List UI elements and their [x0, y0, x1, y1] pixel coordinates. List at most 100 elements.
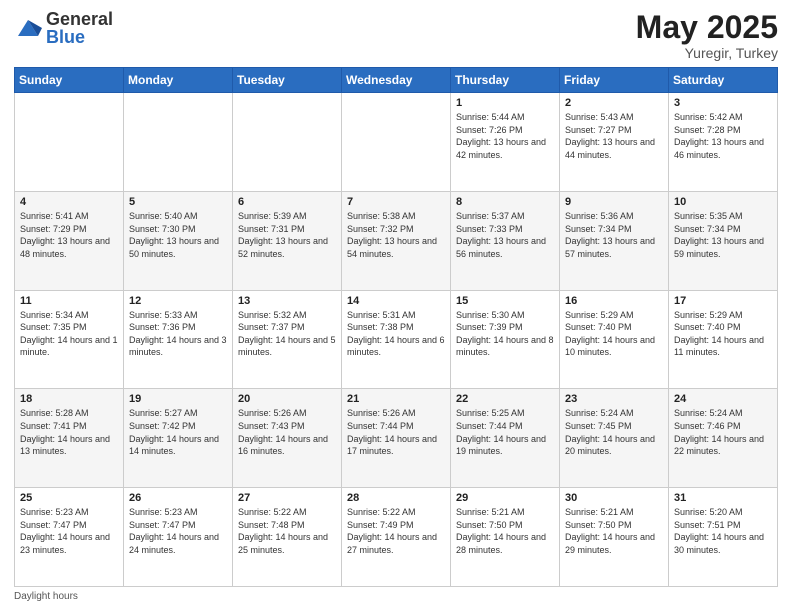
table-cell: 6 Sunrise: 5:39 AM Sunset: 7:31 PM Daylig…	[233, 191, 342, 290]
day-info: Sunrise: 5:41 AM Sunset: 7:29 PM Dayligh…	[20, 210, 118, 260]
day-number: 2	[565, 97, 663, 109]
logo: General Blue	[14, 10, 113, 46]
day-info: Sunrise: 5:34 AM Sunset: 7:35 PM Dayligh…	[20, 309, 118, 359]
day-number: 19	[129, 393, 227, 405]
footer: Daylight hours	[14, 591, 778, 602]
table-cell: 19Sunrise: 5:27 AM Sunset: 7:42 PM Dayli…	[124, 389, 233, 488]
day-info: Sunrise: 5:39 AM Sunset: 7:31 PM Dayligh…	[238, 210, 336, 260]
calendar-table: SundayMondayTuesdayWednesdayThursdayFrid…	[14, 67, 778, 587]
table-cell: 2Sunrise: 5:43 AM Sunset: 7:27 PM Daylig…	[560, 93, 669, 192]
table-cell: 27Sunrise: 5:22 AM Sunset: 7:48 PM Dayli…	[233, 488, 342, 587]
table-cell: 7 Sunrise: 5:38 AM Sunset: 7:32 PM Daylig…	[342, 191, 451, 290]
day-number: 14	[347, 295, 445, 307]
table-cell: 30 Sunrise: 5:21 AM Sunset: 7:50 PM Dayli…	[560, 488, 669, 587]
table-cell: 22 Sunrise: 5:25 AM Sunset: 7:44 PM Dayli…	[451, 389, 560, 488]
day-number: 30	[565, 492, 663, 504]
title-block: May 2025 Yuregir, Turkey	[636, 10, 778, 61]
day-number: 16	[565, 295, 663, 307]
table-cell: 14 Sunrise: 5:31 AM Sunset: 7:38 PM Dayli…	[342, 290, 451, 389]
col-header-tuesday: Tuesday	[233, 68, 342, 93]
table-cell	[233, 93, 342, 192]
day-info: Sunrise: 5:38 AM Sunset: 7:32 PM Dayligh…	[347, 210, 445, 260]
day-number: 7	[347, 196, 445, 208]
day-info: Sunrise: 5:22 AM Sunset: 7:48 PM Dayligh…	[238, 506, 336, 556]
table-cell: 24 Sunrise: 5:24 AM Sunset: 7:46 PM Dayli…	[669, 389, 778, 488]
day-info: Sunrise: 5:24 AM Sunset: 7:46 PM Dayligh…	[674, 407, 772, 457]
week-row-1: 1Sunrise: 5:44 AM Sunset: 7:26 PM Daylig…	[15, 93, 778, 192]
day-number: 3	[674, 97, 772, 109]
table-cell	[15, 93, 124, 192]
logo-general-text: General	[46, 10, 113, 28]
day-number: 13	[238, 295, 336, 307]
day-info: Sunrise: 5:23 AM Sunset: 7:47 PM Dayligh…	[129, 506, 227, 556]
day-info: Sunrise: 5:23 AM Sunset: 7:47 PM Dayligh…	[20, 506, 118, 556]
table-cell: 20Sunrise: 5:26 AM Sunset: 7:43 PM Dayli…	[233, 389, 342, 488]
table-cell: 15Sunrise: 5:30 AM Sunset: 7:39 PM Dayli…	[451, 290, 560, 389]
day-number: 18	[20, 393, 118, 405]
table-cell	[124, 93, 233, 192]
day-info: Sunrise: 5:31 AM Sunset: 7:38 PM Dayligh…	[347, 309, 445, 359]
week-row-2: 4 Sunrise: 5:41 AM Sunset: 7:29 PM Daylig…	[15, 191, 778, 290]
table-cell: 16Sunrise: 5:29 AM Sunset: 7:40 PM Dayli…	[560, 290, 669, 389]
calendar-title: May 2025	[636, 10, 778, 45]
day-info: Sunrise: 5:32 AM Sunset: 7:37 PM Dayligh…	[238, 309, 336, 359]
day-info: Sunrise: 5:42 AM Sunset: 7:28 PM Dayligh…	[674, 111, 772, 161]
day-number: 22	[456, 393, 554, 405]
table-cell: 13 Sunrise: 5:32 AM Sunset: 7:37 PM Dayli…	[233, 290, 342, 389]
logo-text: General Blue	[46, 10, 113, 46]
day-info: Sunrise: 5:20 AM Sunset: 7:51 PM Dayligh…	[674, 506, 772, 556]
col-header-sunday: Sunday	[15, 68, 124, 93]
day-number: 24	[674, 393, 772, 405]
day-number: 31	[674, 492, 772, 504]
day-number: 5	[129, 196, 227, 208]
day-info: Sunrise: 5:30 AM Sunset: 7:39 PM Dayligh…	[456, 309, 554, 359]
week-row-5: 25 Sunrise: 5:23 AM Sunset: 7:47 PM Dayli…	[15, 488, 778, 587]
calendar-header-row: SundayMondayTuesdayWednesdayThursdayFrid…	[15, 68, 778, 93]
table-cell: 1Sunrise: 5:44 AM Sunset: 7:26 PM Daylig…	[451, 93, 560, 192]
col-header-saturday: Saturday	[669, 68, 778, 93]
day-number: 17	[674, 295, 772, 307]
day-number: 21	[347, 393, 445, 405]
table-cell	[342, 93, 451, 192]
day-info: Sunrise: 5:35 AM Sunset: 7:34 PM Dayligh…	[674, 210, 772, 260]
day-number: 1	[456, 97, 554, 109]
col-header-wednesday: Wednesday	[342, 68, 451, 93]
table-cell: 5 Sunrise: 5:40 AM Sunset: 7:30 PM Daylig…	[124, 191, 233, 290]
logo-icon	[14, 14, 42, 42]
day-info: Sunrise: 5:40 AM Sunset: 7:30 PM Dayligh…	[129, 210, 227, 260]
table-cell: 25 Sunrise: 5:23 AM Sunset: 7:47 PM Dayli…	[15, 488, 124, 587]
day-number: 4	[20, 196, 118, 208]
table-cell: 3 Sunrise: 5:42 AM Sunset: 7:28 PM Daylig…	[669, 93, 778, 192]
table-cell: 9 Sunrise: 5:36 AM Sunset: 7:34 PM Daylig…	[560, 191, 669, 290]
day-number: 25	[20, 492, 118, 504]
day-number: 9	[565, 196, 663, 208]
day-info: Sunrise: 5:21 AM Sunset: 7:50 PM Dayligh…	[456, 506, 554, 556]
table-cell: 10Sunrise: 5:35 AM Sunset: 7:34 PM Dayli…	[669, 191, 778, 290]
table-cell: 4 Sunrise: 5:41 AM Sunset: 7:29 PM Daylig…	[15, 191, 124, 290]
table-cell: 18 Sunrise: 5:28 AM Sunset: 7:41 PM Dayli…	[15, 389, 124, 488]
header: General Blue May 2025 Yuregir, Turkey	[14, 10, 778, 61]
day-number: 11	[20, 295, 118, 307]
day-info: Sunrise: 5:37 AM Sunset: 7:33 PM Dayligh…	[456, 210, 554, 260]
day-number: 6	[238, 196, 336, 208]
col-header-friday: Friday	[560, 68, 669, 93]
day-info: Sunrise: 5:26 AM Sunset: 7:44 PM Dayligh…	[347, 407, 445, 457]
day-info: Sunrise: 5:21 AM Sunset: 7:50 PM Dayligh…	[565, 506, 663, 556]
day-info: Sunrise: 5:25 AM Sunset: 7:44 PM Dayligh…	[456, 407, 554, 457]
table-cell: 21 Sunrise: 5:26 AM Sunset: 7:44 PM Dayli…	[342, 389, 451, 488]
table-cell: 29 Sunrise: 5:21 AM Sunset: 7:50 PM Dayli…	[451, 488, 560, 587]
day-number: 26	[129, 492, 227, 504]
calendar-location: Yuregir, Turkey	[636, 45, 778, 61]
table-cell: 23Sunrise: 5:24 AM Sunset: 7:45 PM Dayli…	[560, 389, 669, 488]
logo-blue-text: Blue	[46, 28, 113, 46]
day-number: 29	[456, 492, 554, 504]
day-info: Sunrise: 5:29 AM Sunset: 7:40 PM Dayligh…	[674, 309, 772, 359]
day-number: 28	[347, 492, 445, 504]
day-info: Sunrise: 5:22 AM Sunset: 7:49 PM Dayligh…	[347, 506, 445, 556]
day-info: Sunrise: 5:28 AM Sunset: 7:41 PM Dayligh…	[20, 407, 118, 457]
day-info: Sunrise: 5:26 AM Sunset: 7:43 PM Dayligh…	[238, 407, 336, 457]
week-row-3: 11 Sunrise: 5:34 AM Sunset: 7:35 PM Dayli…	[15, 290, 778, 389]
day-info: Sunrise: 5:36 AM Sunset: 7:34 PM Dayligh…	[565, 210, 663, 260]
day-number: 12	[129, 295, 227, 307]
table-cell: 26 Sunrise: 5:23 AM Sunset: 7:47 PM Dayli…	[124, 488, 233, 587]
